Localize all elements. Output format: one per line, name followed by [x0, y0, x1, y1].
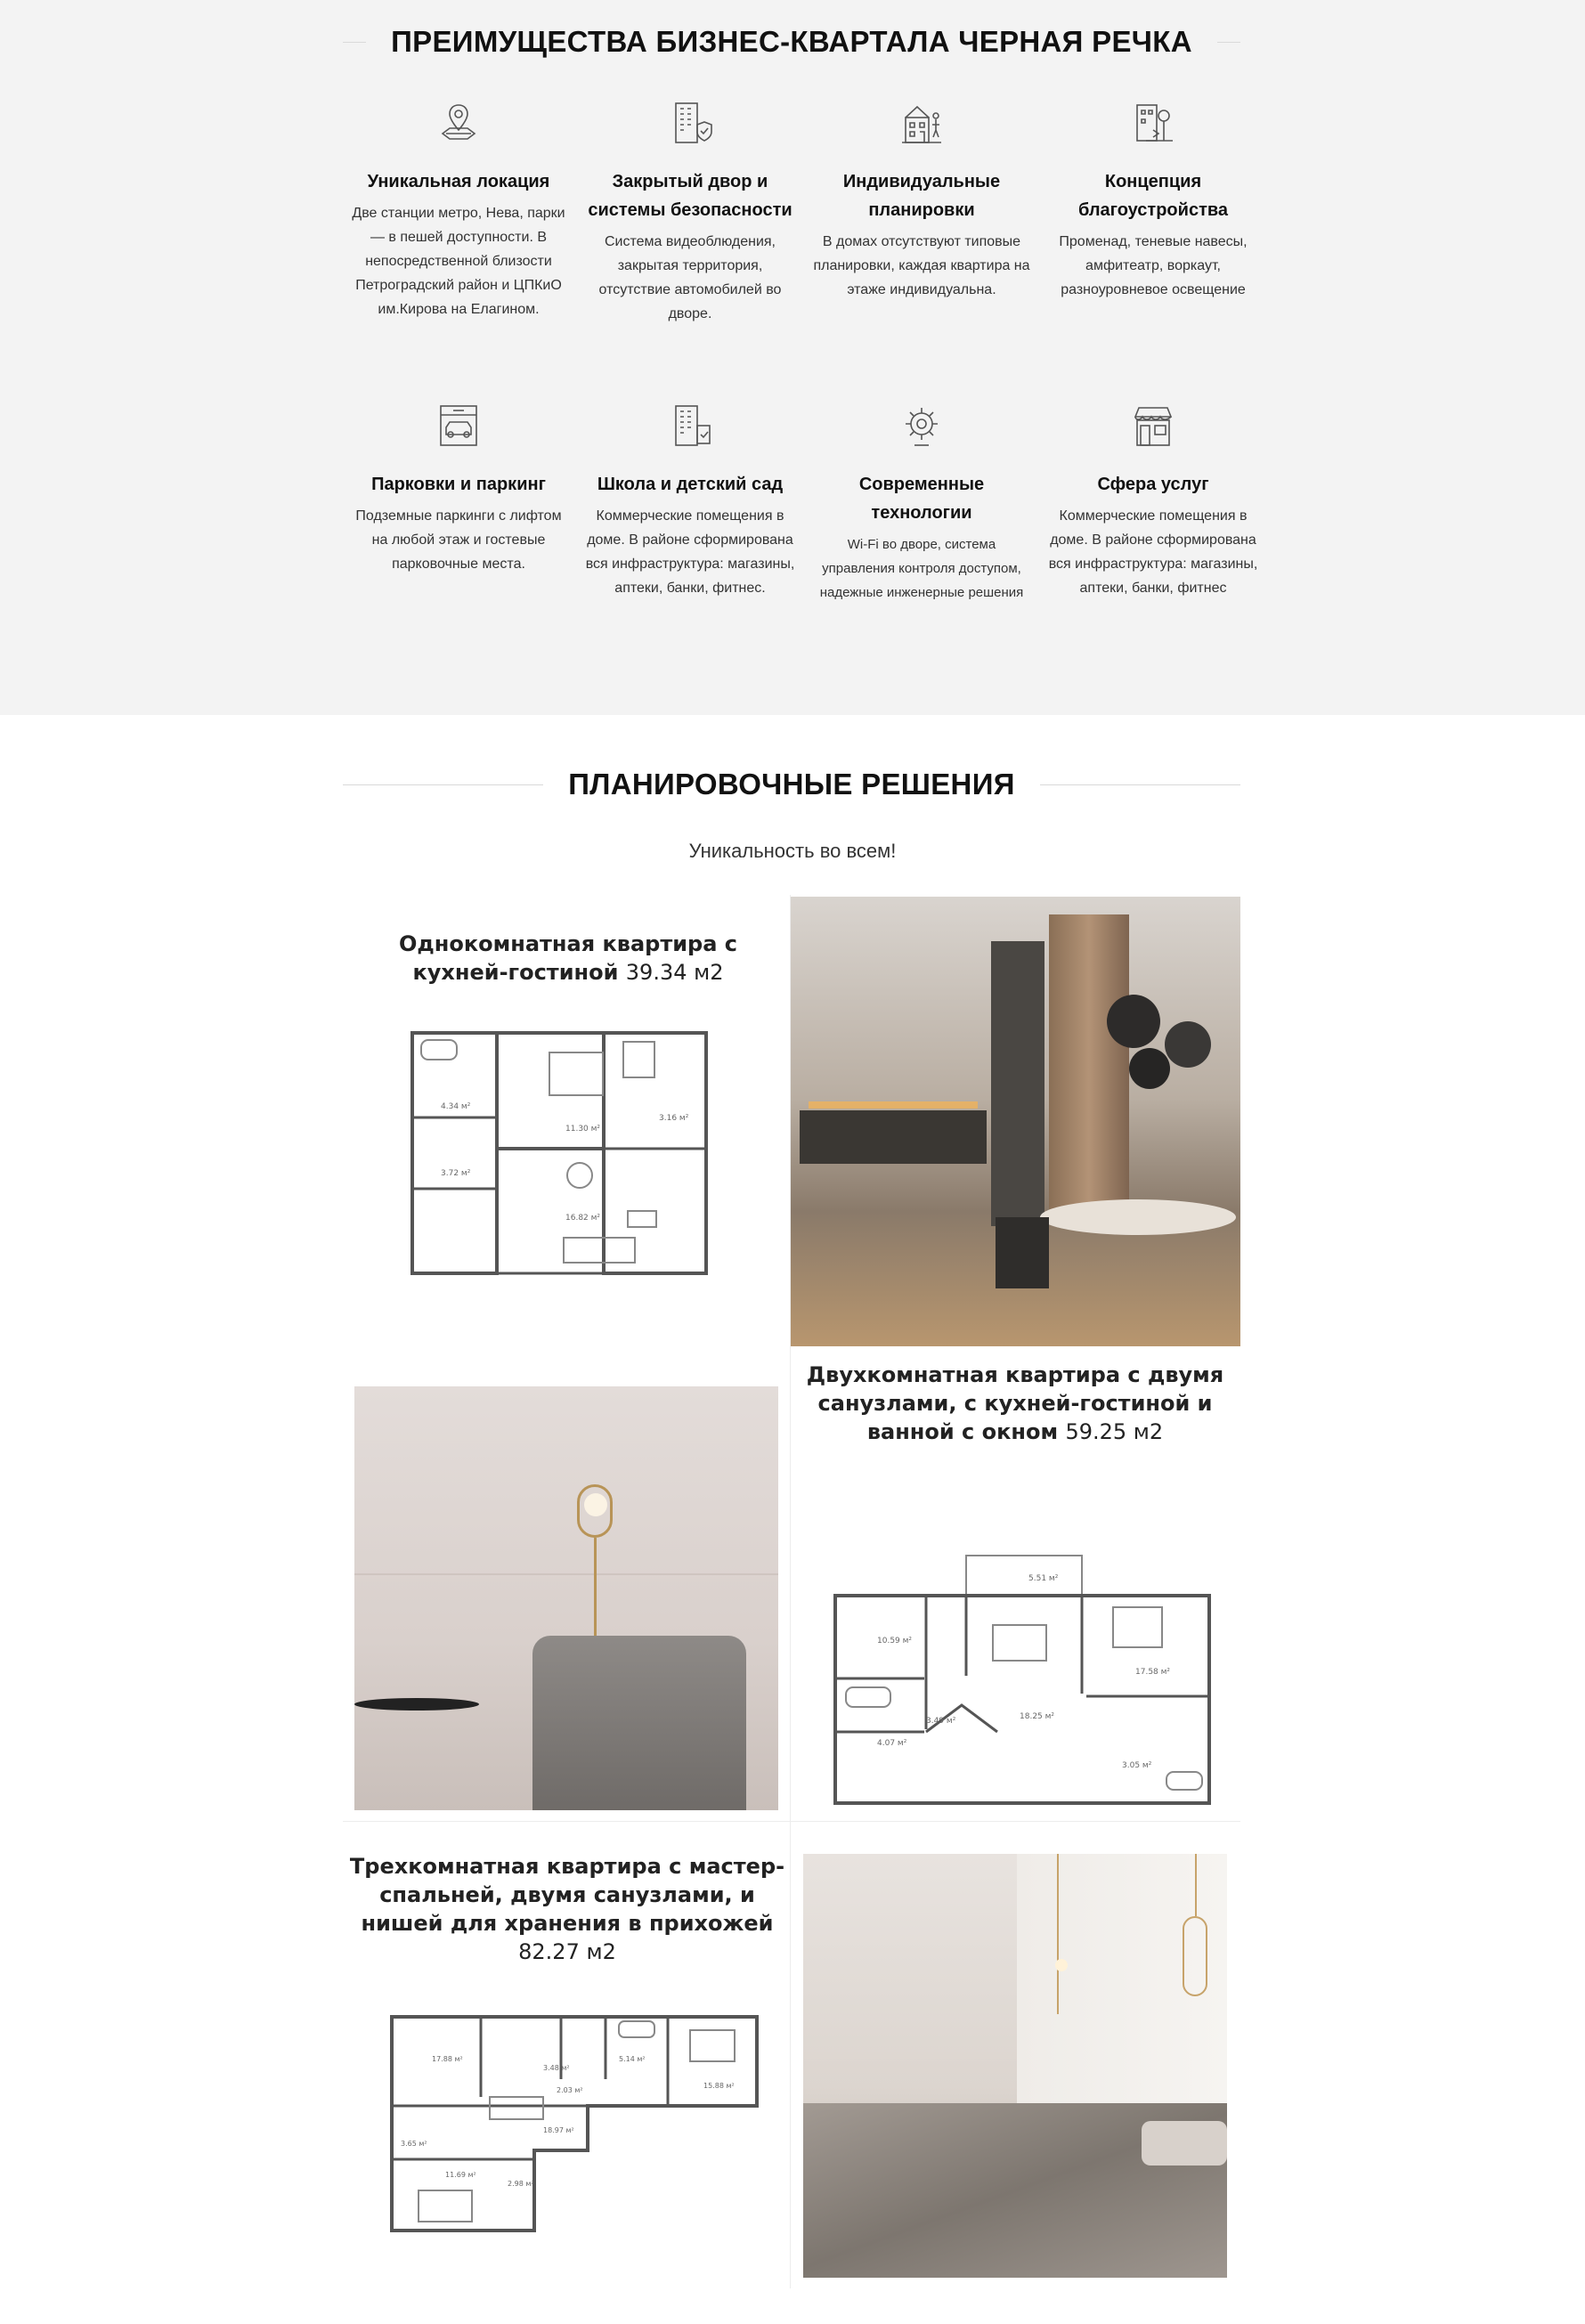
advantage-desc: Подземные паркинги с лифтом на любой эта… — [355, 508, 562, 572]
room-area-label: 4.07 м² — [877, 1739, 907, 1748]
heading-rule-right — [1039, 784, 1241, 785]
room-area-label: 17.58 м² — [1135, 1668, 1170, 1677]
advantage-name: Парковки и паркинг — [371, 475, 546, 494]
advantage-desc: Система видеоблюдения, закрытая территор… — [598, 234, 782, 321]
pendant-loop — [1183, 1916, 1207, 1996]
bedroom-photo — [803, 1854, 1227, 2278]
window-curtain — [1049, 914, 1129, 1217]
landscape-icon — [1136, 104, 1173, 142]
heading-rule-left — [343, 41, 367, 43]
parking-icon — [440, 405, 477, 446]
floorplan-3-drawing[interactable]: 17.88 м² 3.48 м² 5.14 м² 15.88 м² 18.97 … — [383, 2008, 766, 2239]
pendant-cord — [1057, 1854, 1059, 2014]
plan-title: Трехкомнатная квартира с мастер-спальней… — [349, 1852, 785, 1966]
school-building-icon — [675, 405, 711, 446]
advantage-name: Закрытый двор и системы безопасности — [588, 172, 792, 220]
tech-gear-icon — [906, 408, 938, 446]
advantages-section: ПРЕИМУЩЕСТВА БИЗНЕС-КВАРТАЛА ЧЕРНАЯ РЕЧК… — [0, 0, 1585, 715]
plan-area: 59.25 м2 — [1065, 1419, 1164, 1444]
kitchen-dining-photo — [791, 897, 1240, 1346]
room-area-label: 3.72 м² — [441, 1169, 471, 1178]
floorplan-building-icon — [902, 105, 941, 143]
room-area-label: 2.03 м² — [557, 2086, 583, 2094]
room-area-label: 3.48 м² — [543, 2064, 570, 2072]
lamp-bulb — [584, 1493, 607, 1516]
kitchen-cabinet — [991, 941, 1044, 1226]
advantage-name: Современные технологии — [858, 475, 985, 523]
room-area-label: 15.88 м² — [703, 2082, 735, 2090]
plan-area: 82.27 м2 — [518, 1939, 616, 1964]
advantage-name: Индивидуальные планировки — [842, 172, 1001, 220]
advantages-title: ПРЕИМУЩЕСТВА БИЗНЕС-КВАРТАЛА ЧЕРНАЯ РЕЧК… — [391, 25, 1192, 58]
room-area-label: 5.14 м² — [619, 2055, 646, 2063]
room-area-label: 4.34 м² — [441, 1102, 471, 1111]
pendant-cord — [1195, 1854, 1197, 1916]
advantage-name: Школа и детский сад — [597, 475, 784, 494]
room-area-label: 3.49 м² — [926, 1717, 956, 1726]
under-cabinet-light — [809, 1101, 978, 1109]
heading-rule-left — [343, 784, 544, 785]
room-area-label: 16.82 м² — [565, 1214, 600, 1223]
kitchen-counter — [800, 1110, 987, 1164]
advantage-item: Индивидуальные планировки В домах отсутс… — [806, 98, 1037, 401]
pendant-lamp — [1165, 1021, 1211, 1068]
advantage-desc: Коммерческие помещения в доме. В районе … — [1048, 508, 1258, 596]
advantage-name: Сфера услуг — [1097, 475, 1209, 494]
grid-divider — [343, 1821, 1240, 1822]
advantages-heading: ПРЕИМУЩЕСТВА БИЗНЕС-КВАРТАЛА ЧЕРНАЯ РЕЧК… — [343, 25, 1241, 59]
room-area-label: 5.51 м² — [1028, 1574, 1059, 1583]
pendant-bulb — [1055, 1959, 1068, 1971]
secure-building-icon — [675, 102, 712, 143]
armchair-photo — [354, 1386, 778, 1810]
floorplan-2-drawing[interactable]: 5.51 м² 10.59 м² 17.58 м² 4.07 м² 3.49 м… — [828, 1554, 1211, 1812]
room-area-label: 3.65 м² — [401, 2140, 427, 2148]
room-area-label: 3.16 м² — [659, 1114, 689, 1123]
room-area-label: 3.05 м² — [1122, 1761, 1152, 1770]
advantage-name: Уникальная локация — [367, 172, 550, 191]
advantage-item: Сфера услуг Коммерческие помещения в дом… — [1037, 401, 1269, 605]
room-area-label: 17.88 м² — [432, 2055, 463, 2063]
room-area-label: 11.30 м² — [565, 1125, 600, 1134]
heading-rule-right — [1216, 41, 1241, 43]
advantage-item: Парковки и паркинг Подземные паркинги с … — [343, 401, 574, 605]
advantage-item: Закрытый двор и системы безопасности Сис… — [574, 98, 806, 401]
room-area-label: 2.98 м² — [508, 2180, 534, 2188]
advantage-name: Концепция благоустройства — [1077, 172, 1229, 220]
wall-molding — [354, 1573, 778, 1575]
storefront-icon — [1134, 407, 1173, 446]
floorplan-1-drawing[interactable]: 4.34 м² 11.30 м² 3.16 м² 3.72 м² 16.82 м… — [405, 1024, 717, 1291]
plans-subtitle: Уникальность во всем! — [688, 840, 897, 862]
advantage-desc: Променад, теневые навесы, амфитеатр, вор… — [1059, 234, 1248, 297]
room-area-label: 18.97 м² — [543, 2126, 574, 2134]
dining-table — [1040, 1199, 1236, 1235]
advantage-desc: Wi-Fi во дворе, система управления контр… — [819, 537, 1024, 600]
room-area-label: 10.59 м² — [877, 1637, 912, 1645]
pendant-lamp — [1129, 1048, 1170, 1089]
bed-pillow — [1142, 2121, 1227, 2166]
armchair — [532, 1636, 746, 1810]
plan-title: Двухкомнатная квартира с двумя санузлами… — [801, 1361, 1229, 1446]
advantage-item: Школа и детский сад Коммерческие помещен… — [574, 401, 806, 605]
side-table — [354, 1698, 479, 1710]
advantage-desc: Коммерческие помещения в доме. В районе … — [585, 508, 795, 596]
plans-title: ПЛАНИРОВОЧНЫЕ РЕШЕНИЯ — [568, 768, 1015, 800]
pendant-lamp — [1107, 995, 1160, 1048]
advantage-desc: В домах отсутствуют типовые планировки, … — [813, 234, 1030, 297]
advantage-desc: Две станции метро, Нева, парки — в пешей… — [352, 206, 565, 317]
advantage-item: Уникальная локация Две станции метро, Не… — [343, 98, 574, 401]
plans-heading: ПЛАНИРОВОЧНЫЕ РЕШЕНИЯ — [343, 768, 1241, 801]
dining-chair — [996, 1217, 1049, 1288]
advantages-grid: Уникальная локация Две станции метро, Не… — [343, 98, 1269, 605]
advantage-item: Современные технологии Wi-Fi во дворе, с… — [806, 401, 1037, 605]
advantage-item: Концепция благоустройства Променад, тене… — [1037, 98, 1269, 401]
plan-title-text: Трехкомнатная квартира с мастер-спальней… — [349, 1854, 785, 1936]
room-area-label: 18.25 м² — [1020, 1712, 1054, 1721]
location-icon — [441, 104, 476, 140]
plan-area: 39.34 м2 — [625, 960, 724, 985]
plan-title: Однокомнатная квартира с кухней-гостиной… — [356, 930, 780, 987]
room-area-label: 11.69 м² — [445, 2171, 476, 2179]
